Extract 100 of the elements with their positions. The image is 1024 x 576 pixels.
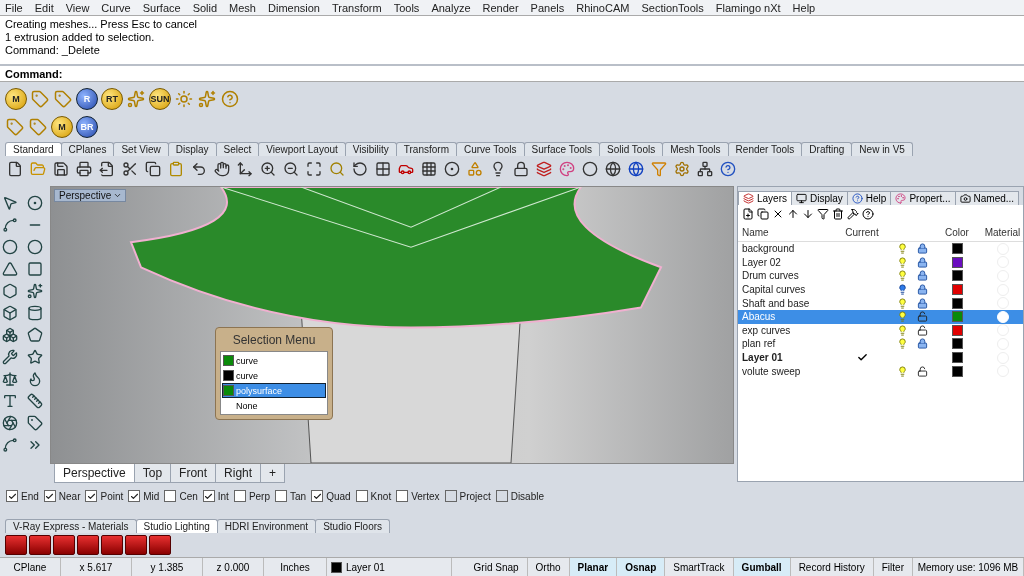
color-swatch[interactable]: [951, 365, 963, 377]
color-swatch[interactable]: [951, 297, 963, 309]
cplane-label[interactable]: CPlane: [0, 558, 61, 576]
toolbar-tab[interactable]: Transform: [395, 142, 457, 156]
down-arrow-icon[interactable]: [802, 208, 814, 220]
light-preset-icon[interactable]: [53, 535, 75, 555]
layer-row[interactable]: Layer 02: [738, 255, 1023, 270]
toolbar-tab[interactable]: Set View: [113, 142, 169, 156]
osnap-checkbox[interactable]: Knot: [355, 490, 392, 502]
light-preset-icon[interactable]: [125, 535, 147, 555]
viewport-background[interactable]: Perspective Selection Menu curve curve polysurface None: [50, 186, 734, 464]
panel-tab[interactable]: Layers: [738, 191, 792, 205]
help-icon[interactable]: [862, 208, 874, 220]
menu-item[interactable]: Panels: [530, 1, 565, 14]
viewport-tab[interactable]: Right: [215, 464, 262, 483]
new-layer-icon[interactable]: [742, 208, 754, 220]
light-preset-icon[interactable]: [77, 535, 99, 555]
column-header[interactable]: Material: [982, 226, 1023, 238]
render-tab[interactable]: Studio Floors: [315, 519, 391, 533]
menu-item[interactable]: Flamingo nXt: [715, 1, 781, 14]
lock-icon[interactable]: [916, 243, 928, 255]
toolbar-tab[interactable]: Solid Tools: [599, 142, 664, 156]
layer-row[interactable]: volute sweep: [738, 364, 1023, 378]
osnap-checkbox[interactable]: Point: [85, 490, 124, 502]
layer-row[interactable]: plan ref: [738, 337, 1023, 351]
trash-icon[interactable]: [832, 208, 844, 220]
color-swatch[interactable]: [951, 256, 963, 268]
selection-menu-item[interactable]: None: [222, 398, 326, 413]
color-swatch[interactable]: [951, 338, 963, 350]
osnap-checkbox[interactable]: Perp: [233, 490, 270, 502]
osnap-checkbox[interactable]: Mid: [128, 490, 160, 502]
menu-item[interactable]: Solid: [192, 1, 218, 14]
color-swatch[interactable]: [951, 270, 963, 282]
unlocked-icon[interactable]: [916, 311, 928, 323]
plugin-button[interactable]: RT: [101, 88, 123, 110]
viewport-tab[interactable]: +: [260, 464, 286, 483]
osnap-checkbox[interactable]: Int: [202, 490, 229, 502]
viewport-tab[interactable]: Perspective: [54, 464, 135, 483]
menu-item[interactable]: RhinoCAM: [576, 1, 630, 14]
viewport-tab[interactable]: Front: [170, 464, 217, 483]
plugin-button[interactable]: M: [5, 88, 27, 110]
toolbar-tab[interactable]: Render Tools: [727, 142, 803, 156]
light-preset-icon[interactable]: [5, 535, 27, 555]
delete-icon[interactable]: [772, 208, 784, 220]
light-preset-icon[interactable]: [29, 535, 51, 555]
toolbar-tab[interactable]: Drafting: [801, 142, 853, 156]
status-toggle[interactable]: Planar: [569, 558, 618, 576]
panel-tab[interactable]: Named...: [954, 191, 1020, 205]
color-swatch[interactable]: [951, 243, 963, 255]
light-preset-icon[interactable]: [149, 535, 171, 555]
light-preset-icon[interactable]: [101, 535, 123, 555]
unlocked-icon[interactable]: [916, 324, 928, 336]
sun-icon[interactable]: [174, 88, 194, 110]
lock-icon[interactable]: [916, 338, 928, 350]
toolbar-tab[interactable]: Mesh Tools: [662, 142, 729, 156]
render-tab[interactable]: Studio Lighting: [135, 519, 218, 533]
lock-icon[interactable]: [916, 284, 928, 296]
color-swatch[interactable]: [951, 284, 963, 296]
status-toggle[interactable]: Ortho: [527, 558, 570, 576]
menu-item[interactable]: Analyze: [431, 1, 471, 14]
column-header[interactable]: Name: [742, 226, 832, 238]
filter-icon[interactable]: [817, 208, 829, 220]
layer-indicator[interactable]: Layer 01: [327, 558, 452, 576]
layer-row[interactable]: exp curves: [738, 323, 1023, 338]
toolbar-tab[interactable]: Visibility: [344, 142, 397, 156]
osnap-checkbox[interactable]: Near: [43, 490, 81, 502]
panel-tab[interactable]: Propert...: [890, 191, 956, 205]
osnap-checkbox[interactable]: Cen: [164, 490, 198, 502]
menu-item[interactable]: View: [65, 1, 90, 14]
copy-icon[interactable]: [757, 208, 769, 220]
status-toggle[interactable]: SmartTrack: [665, 558, 734, 576]
menu-item[interactable]: Dimension: [268, 1, 320, 14]
menu-item[interactable]: Tools: [393, 1, 420, 14]
viewport-title[interactable]: Perspective: [54, 189, 127, 202]
panel-tab[interactable]: Display: [791, 191, 848, 205]
column-header[interactable]: Current: [832, 226, 892, 238]
menu-item[interactable]: SectionTools: [641, 1, 704, 14]
caret-icon[interactable]: [113, 191, 123, 200]
plugin-button[interactable]: SUN: [149, 88, 171, 110]
status-toggle[interactable]: Osnap: [617, 558, 666, 576]
menu-item[interactable]: Edit: [34, 1, 54, 14]
unlocked-icon[interactable]: [916, 365, 928, 377]
menu-item[interactable]: Transform: [331, 1, 382, 14]
menu-item[interactable]: Render: [482, 1, 519, 14]
toolbar-tab[interactable]: Surface Tools: [523, 142, 600, 156]
layer-row[interactable]: Capital curves: [738, 282, 1023, 297]
lock-icon[interactable]: [916, 297, 928, 309]
panel-tab[interactable]: Help: [846, 191, 892, 205]
lock-icon[interactable]: [916, 270, 928, 282]
layer-row[interactable]: Drum curves: [738, 269, 1023, 283]
osnap-checkbox[interactable]: Tan: [275, 490, 307, 502]
render-tab[interactable]: V-Ray Express - Materials: [5, 519, 137, 533]
units-label[interactable]: Inches: [264, 558, 327, 576]
toolbar-tab[interactable]: New in V5: [851, 142, 913, 156]
toolbar-tab[interactable]: Display: [167, 142, 217, 156]
menu-item[interactable]: Mesh: [229, 1, 256, 14]
toolbar-tab[interactable]: Standard: [5, 142, 62, 156]
color-swatch[interactable]: [951, 311, 963, 323]
hammer-icon[interactable]: [847, 208, 859, 220]
viewport-tab[interactable]: Top: [133, 464, 172, 483]
